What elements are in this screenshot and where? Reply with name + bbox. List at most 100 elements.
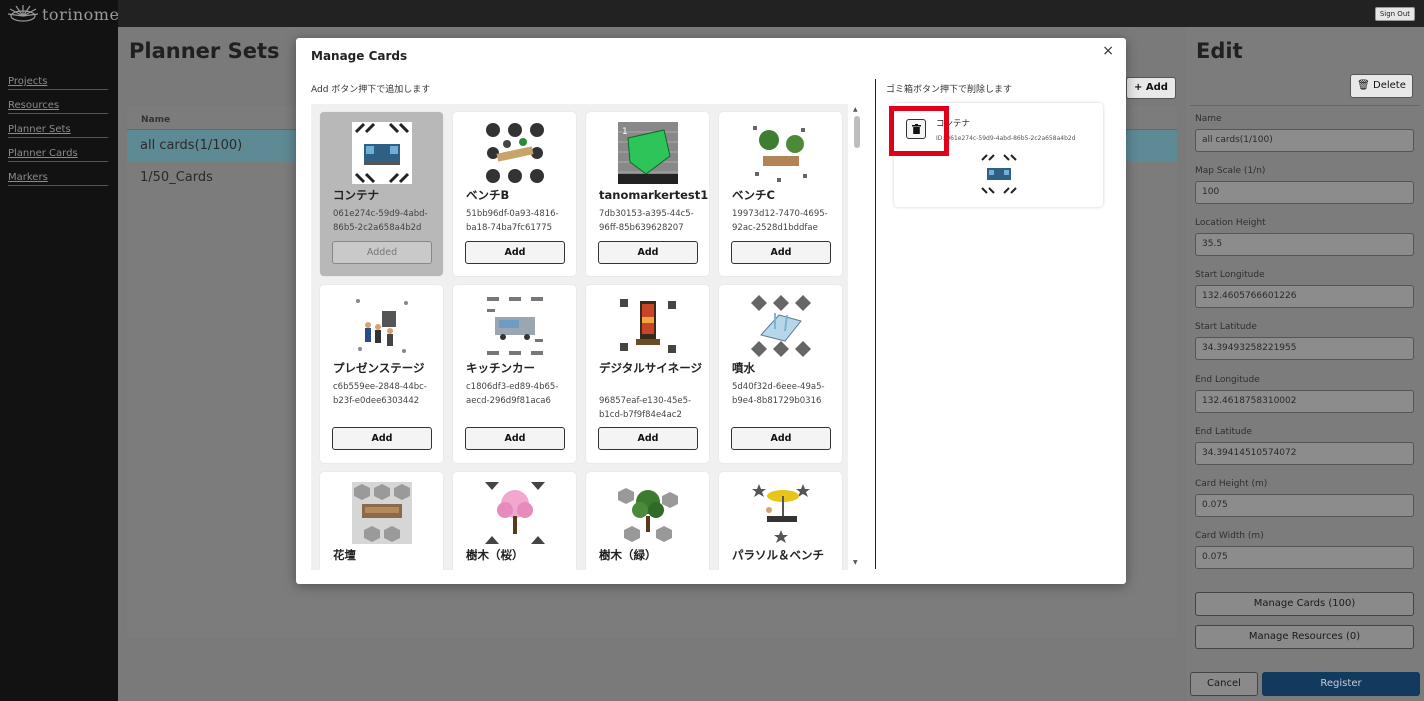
add-button[interactable]: Add	[465, 241, 565, 264]
trash-icon: 🗑	[1357, 80, 1370, 91]
card-item: キッチンカー c1806df3-ed89-4b65- aecd-296d9f81…	[453, 285, 576, 463]
card-name: プレゼンステージ	[333, 361, 425, 375]
card-item: ベンチC 19973d12-7470-4695- 92ac-2528d1bddf…	[719, 112, 842, 276]
modal-title: Manage Cards	[311, 49, 408, 63]
highlight-box	[889, 106, 949, 156]
manage-resources-button[interactable]: Manage Resources (0)	[1195, 625, 1414, 649]
end-longitude-input[interactable]: 132.4618758310002	[1195, 390, 1414, 413]
card-item: 樹木（緑）	[586, 472, 709, 570]
card-name: 噴水	[732, 361, 755, 375]
card-id: 5d40f32d-6eee-49a5-	[732, 382, 825, 392]
field-start-longitude: Start Longitude 132.4605766601226	[1195, 269, 1414, 308]
field-card-width: Card Width (m) 0.075	[1195, 530, 1414, 569]
bench-c-card-image	[751, 122, 811, 184]
card-name: パラソル＆ベンチ	[732, 548, 824, 562]
sidebar-nav: Projects Resources Planner Sets Planner …	[8, 76, 108, 196]
field-start-latitude: Start Latitude 34.39493258221955	[1195, 321, 1414, 360]
name-input[interactable]: all cards(1/100)	[1195, 129, 1414, 152]
card-height-input[interactable]: 0.075	[1195, 494, 1414, 517]
parasol-bench-card-image	[751, 482, 811, 544]
card-name: コンテナ	[333, 188, 379, 202]
field-label: Name	[1195, 114, 1222, 124]
sidebar-item-planner-sets[interactable]: Planner Sets	[8, 124, 108, 138]
container-card-image	[979, 153, 1019, 195]
container-card-image	[352, 122, 412, 184]
sidebar-item-projects[interactable]: Projects	[8, 76, 108, 90]
logo[interactable]: torinome	[6, 4, 119, 24]
card-id: c6b559ee-2848-44bc-	[333, 382, 427, 392]
logo-icon	[7, 5, 39, 22]
card-item: 花壇	[320, 472, 443, 570]
card-name: 花壇	[333, 548, 356, 562]
add-button[interactable]: Add	[465, 427, 565, 450]
edit-panel: Edit 🗑 Delete Name all cards(1/100) Map …	[1186, 27, 1424, 701]
card-item: 樹木（桜）	[453, 472, 576, 570]
cancel-button[interactable]: Cancel	[1190, 672, 1258, 696]
delete-button[interactable]: 🗑 Delete	[1350, 74, 1413, 98]
start-longitude-input[interactable]: 132.4605766601226	[1195, 285, 1414, 308]
card-item: 噴水 5d40f32d-6eee-49a5- b9e4-8b81729b0316…	[719, 285, 842, 463]
add-button[interactable]: Add	[731, 427, 831, 450]
logo-text: torinome	[42, 4, 120, 24]
card-item: コンテナ 061e274c-59d9-4abd- 86b5-2c2a658a4b…	[320, 112, 443, 276]
scroll-thumb[interactable]	[854, 116, 860, 148]
sidebar-item-markers[interactable]: Markers	[8, 172, 108, 186]
field-end-longitude: End Longitude 132.4618758310002	[1195, 374, 1414, 413]
card-grid: コンテナ 061e274c-59d9-4abd- 86b5-2c2a658a4b…	[320, 112, 842, 570]
card-width-input[interactable]: 0.075	[1195, 546, 1414, 569]
card-name: ベンチC	[732, 188, 775, 202]
card-name: デジタルサイネージ	[599, 361, 703, 375]
card-id: 96857eaf-e130-45e5-	[599, 396, 692, 406]
scrollbar[interactable]: ▲ ▼	[851, 104, 861, 570]
cherry-tree-card-image	[485, 482, 545, 544]
add-button[interactable]: Add	[598, 241, 698, 264]
manage-cards-button[interactable]: Manage Cards (100)	[1195, 592, 1414, 616]
selected-card-id: ID: 061e274c-59d9-4abd-86b5-2c2a658a4b2d	[936, 135, 1076, 142]
add-planner-set-button[interactable]: + Add	[1126, 77, 1176, 99]
close-icon[interactable]: ×	[1102, 44, 1114, 58]
add-button[interactable]: Add	[332, 427, 432, 450]
bench-b-card-image	[485, 122, 545, 184]
sidebar-item-planner-cards[interactable]: Planner Cards	[8, 148, 108, 162]
card-id: 19973d12-7470-4695-	[732, 209, 828, 219]
scroll-down-icon[interactable]: ▼	[853, 559, 858, 566]
add-button[interactable]: Add	[598, 427, 698, 450]
add-hint: Add ボタン押下で追加します	[311, 85, 431, 95]
field-location-height: Location Height 35.5	[1195, 217, 1414, 256]
start-latitude-input[interactable]: 34.39493258221955	[1195, 337, 1414, 360]
card-id: 7db30153-a395-44c5-	[599, 209, 694, 219]
card-id: 86b5-2c2a658a4b2d	[333, 223, 422, 233]
map-scale-input[interactable]: 100	[1195, 181, 1414, 204]
added-button[interactable]: Added	[332, 241, 432, 264]
card-grid-scroll-area[interactable]: コンテナ 061e274c-59d9-4abd- 86b5-2c2a658a4b…	[311, 104, 848, 570]
add-button[interactable]: Add	[731, 241, 831, 264]
location-height-input[interactable]: 35.5	[1195, 233, 1414, 256]
digital-signage-card-image	[618, 295, 678, 357]
card-id: aecd-296d9f81aca6	[466, 396, 551, 406]
divider	[875, 79, 876, 569]
svg-text:1: 1	[622, 127, 628, 137]
scroll-up-icon[interactable]: ▲	[853, 106, 858, 113]
register-button[interactable]: Register	[1262, 672, 1420, 696]
field-label: End Longitude	[1195, 375, 1260, 385]
top-bar: Sign Out	[118, 0, 1424, 27]
end-latitude-input[interactable]: 34.39414510574072	[1195, 442, 1414, 465]
field-label: Card Height (m)	[1195, 479, 1268, 489]
card-id: ba18-74ba7fc61775	[466, 223, 553, 233]
field-label: Card Width (m)	[1195, 531, 1264, 541]
fountain-card-image	[751, 295, 811, 357]
field-label: Start Longitude	[1195, 270, 1265, 280]
sidebar-item-resources[interactable]: Resources	[8, 100, 108, 114]
field-end-latitude: End Latitude 34.39414510574072	[1195, 426, 1414, 465]
marker-test-card-image: 1	[618, 122, 678, 184]
delete-label: Delete	[1373, 80, 1406, 91]
flower-bed-card-image	[352, 482, 412, 544]
field-label: Location Height	[1195, 218, 1266, 228]
card-name: キッチンカー	[466, 361, 535, 375]
delete-hint: ゴミ箱ボタン押下で削除します	[886, 85, 1013, 95]
field-name: Name all cards(1/100)	[1195, 113, 1414, 152]
edit-title: Edit	[1196, 39, 1243, 63]
sign-out-button[interactable]: Sign Out	[1374, 7, 1415, 21]
card-id: b23f-e0dee6303442	[333, 396, 420, 406]
card-id: 96ff-85b639628207	[599, 223, 684, 233]
